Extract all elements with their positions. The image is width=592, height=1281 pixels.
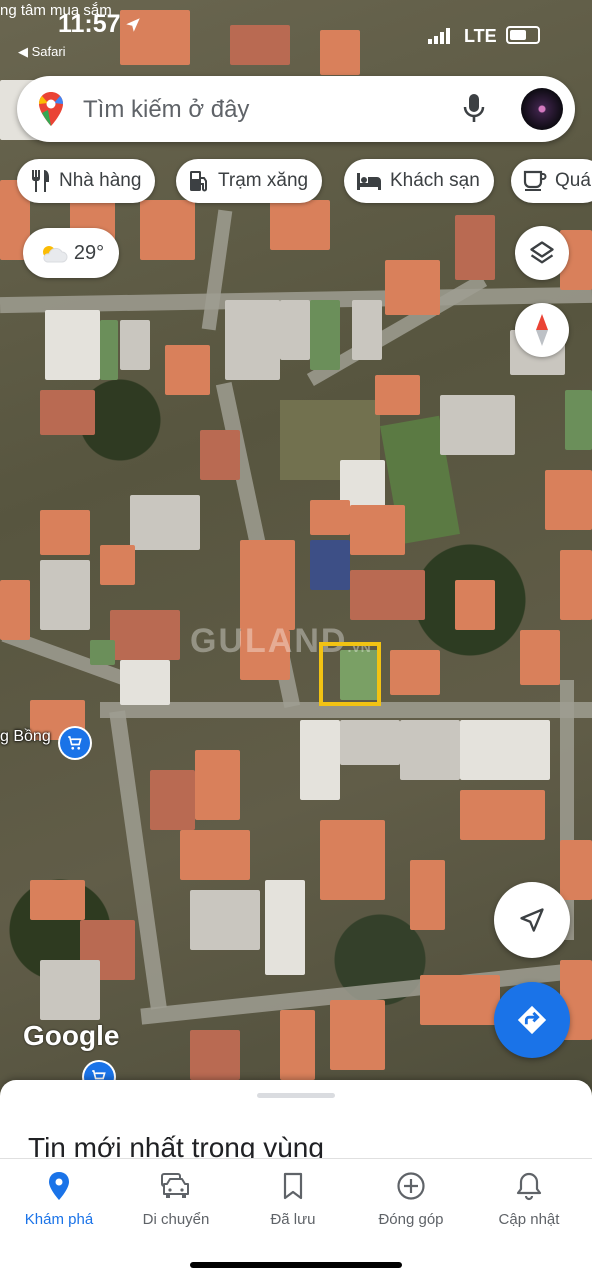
hotel-icon (357, 173, 381, 190)
chip-coffee[interactable]: Quá (511, 159, 592, 203)
status-bar: ng tâm mua sắm 11:57 ◀ Safari LTE (0, 0, 592, 70)
chip-gas-stations[interactable]: Trạm xăng (176, 159, 323, 203)
search-input[interactable]: Tìm kiếm ở đây (83, 96, 249, 124)
coffee-icon (523, 170, 547, 191)
directions-icon (517, 1005, 547, 1035)
tab-contribute[interactable]: Đóng góp (352, 1169, 470, 1228)
chip-label: Nhà hàng (59, 170, 142, 191)
shopping-cart-icon[interactable] (60, 728, 90, 758)
explore-pin-icon (49, 1172, 69, 1200)
microphone-icon[interactable] (463, 92, 485, 124)
directions-button[interactable] (494, 982, 570, 1058)
restaurant-icon (32, 170, 49, 192)
chip-label: Quá (555, 170, 591, 191)
tab-label: Khám phá (24, 1211, 94, 1228)
bell-icon (516, 1172, 542, 1201)
bookmark-icon (283, 1172, 303, 1200)
sheet-drag-handle[interactable] (257, 1093, 335, 1098)
compass-icon (536, 314, 548, 346)
status-time: 11:57 (58, 10, 121, 38)
layers-button[interactable] (515, 226, 569, 280)
weather-temperature: 29° (73, 241, 105, 264)
chip-label: Khách sạn (390, 170, 480, 191)
sheet-title: Tin mới nhất trong vùng (28, 1132, 324, 1160)
compass-button[interactable] (515, 303, 569, 357)
chip-restaurants[interactable]: Nhà hàng (17, 159, 156, 203)
tab-label: Đóng góp (378, 1211, 444, 1228)
network-label: LTE (464, 26, 497, 46)
tab-label: Di chuyển (142, 1211, 210, 1228)
bottom-sheet[interactable]: Tin mới nhất trong vùng (0, 1080, 592, 1160)
highlighted-plot-marker[interactable] (319, 642, 381, 706)
maps-pin-logo-icon (39, 92, 63, 126)
my-location-button[interactable] (494, 882, 570, 958)
tab-label: Đã lưu (270, 1211, 316, 1228)
signal-icon (428, 28, 450, 44)
tab-updates[interactable]: Cập nhật (470, 1169, 588, 1228)
navigation-arrow-icon (520, 908, 544, 932)
partly-cloudy-icon (42, 246, 68, 263)
layers-icon (530, 241, 554, 264)
add-circle-icon (397, 1172, 425, 1200)
weather-badge[interactable]: 29° (23, 228, 119, 278)
google-logo: Google (23, 1020, 120, 1051)
location-arrow-icon (126, 18, 140, 32)
search-bar[interactable]: Tìm kiếm ở đây (17, 76, 575, 142)
back-to-safari-link[interactable]: ◀ Safari (18, 44, 66, 60)
gas-station-icon (190, 171, 207, 192)
chip-label: Trạm xăng (218, 170, 309, 191)
home-indicator (190, 1262, 402, 1268)
chip-hotels[interactable]: Khách sạn (344, 159, 494, 203)
battery-icon (506, 26, 540, 44)
tab-saved[interactable]: Đã lưu (234, 1169, 352, 1228)
tab-explore[interactable]: Khám phá (0, 1169, 118, 1228)
tab-label: Cập nhật (498, 1211, 560, 1228)
car-icon (161, 1173, 189, 1198)
poi-label[interactable]: g Bồng (0, 728, 51, 746)
avatar[interactable] (521, 88, 563, 130)
tab-commute[interactable]: Di chuyển (117, 1169, 235, 1228)
